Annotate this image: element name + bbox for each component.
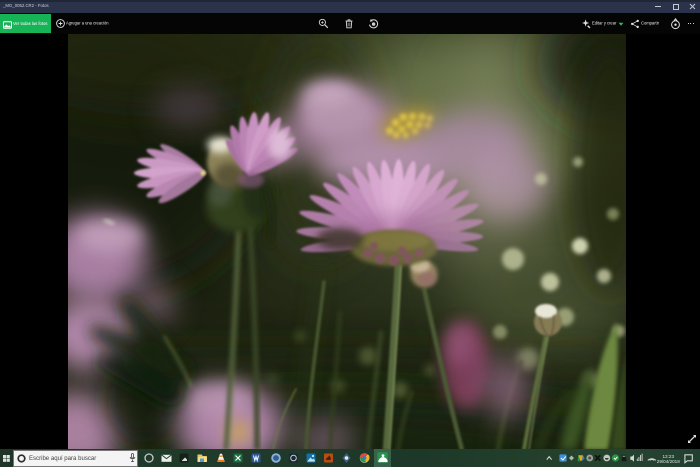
svg-text:29/04/2018: 29/04/2018: [657, 459, 680, 464]
